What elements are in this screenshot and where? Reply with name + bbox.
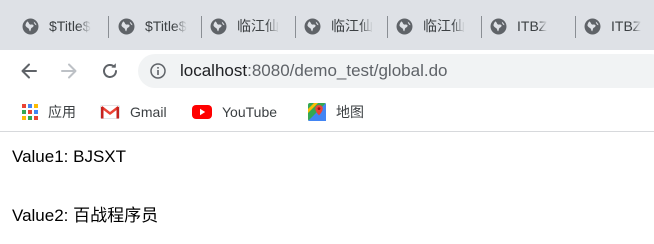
value2-text: Value2: 百战程序员 [12, 206, 159, 225]
reload-icon [103, 63, 117, 78]
tab-title: 临江仙 [331, 18, 373, 34]
tab-title: ITBZ [611, 18, 642, 34]
tab-strip: $Title$ $Title$ 临江仙 临江仙 临江仙 ITBZ ITBZ [0, 0, 654, 50]
arrow-left-icon [21, 63, 37, 79]
tab-title: $Title$ [49, 18, 91, 34]
youtube-icon [192, 105, 212, 119]
bookmark-label: YouTube [222, 104, 278, 120]
page-content: Value1: BJSXT Value2: 百战程序员 [0, 133, 654, 244]
globe-icon [210, 18, 227, 34]
address-bar[interactable]: localhost:8080/demo_test/global.do [138, 54, 654, 88]
tab[interactable]: ITBZ [482, 8, 572, 44]
url-path: :8080/demo_test/global.do [247, 61, 448, 80]
bookmark-maps[interactable]: 地图 [308, 100, 364, 124]
info-icon[interactable] [150, 63, 166, 79]
globe-icon [304, 18, 321, 34]
maps-icon [308, 103, 326, 121]
tab[interactable]: $Title$ [14, 8, 106, 44]
tab[interactable]: 临江仙 [296, 8, 386, 44]
globe-icon [490, 18, 507, 34]
bookmark-label: Gmail [130, 104, 167, 120]
address-url[interactable]: localhost:8080/demo_test/global.do [180, 60, 447, 82]
bookmark-label: 地图 [336, 104, 364, 120]
url-host: localhost [180, 61, 248, 80]
navigation-toolbar: localhost:8080/demo_test/global.do [0, 50, 654, 92]
tab-title: 临江仙 [237, 18, 279, 34]
globe-icon [584, 18, 601, 34]
bookmark-youtube[interactable]: YouTube [192, 100, 277, 124]
bookmark-label: 应用 [48, 104, 76, 120]
tab-divider [108, 16, 109, 38]
globe-icon [22, 18, 39, 34]
reload-button[interactable] [96, 57, 124, 85]
value1-text: Value1: BJSXT [12, 147, 127, 166]
apps-grid-icon [22, 104, 38, 120]
forward-button[interactable] [55, 57, 83, 85]
globe-icon [396, 18, 413, 34]
tab-title: ITBZ [517, 18, 548, 34]
tab[interactable]: ITBZ [576, 8, 654, 44]
bookmark-apps[interactable]: 应用 [22, 100, 76, 124]
tab[interactable]: 临江仙 [202, 8, 294, 44]
bookmark-gmail[interactable]: Gmail [100, 100, 167, 124]
gmail-icon [100, 105, 120, 119]
back-button[interactable] [15, 57, 43, 85]
tab[interactable]: $Title$ [110, 8, 200, 44]
bookmarks-bar: 应用 Gmail YouTube 地图 [0, 92, 654, 132]
tab[interactable]: 临江仙 [388, 8, 480, 44]
arrow-right-icon [61, 63, 77, 79]
globe-icon [118, 18, 135, 34]
tab-title: $Title$ [145, 18, 187, 34]
tab-title: 临江仙 [423, 18, 465, 34]
